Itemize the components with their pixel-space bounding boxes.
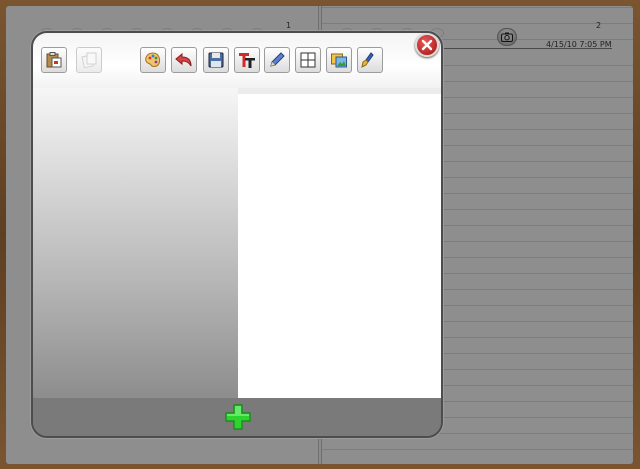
image-icon (331, 53, 347, 68)
camera-icon (501, 32, 513, 42)
camera-button[interactable] (497, 28, 517, 46)
paste-button[interactable] (41, 47, 67, 73)
palette-button[interactable] (140, 47, 166, 73)
right-page-number: 2 (596, 21, 602, 30)
copy-button[interactable] (76, 47, 102, 73)
pencil-icon (270, 52, 285, 67)
drawing-canvas[interactable] (238, 94, 441, 398)
left-page-number: 1 (286, 21, 292, 30)
brush-icon (361, 52, 374, 68)
canvas-container (238, 88, 441, 398)
brush-button[interactable] (357, 47, 383, 73)
undo-icon (175, 52, 192, 67)
grid-button[interactable] (295, 47, 321, 73)
drawing-toolbar (33, 33, 441, 88)
add-page-icon (225, 404, 251, 430)
paste-icon (46, 52, 62, 68)
undo-button[interactable] (171, 47, 197, 73)
save-icon (208, 52, 224, 68)
text-button[interactable] (234, 47, 260, 73)
save-button[interactable] (203, 47, 229, 73)
insert-image-button[interactable] (326, 47, 352, 73)
text-icon (239, 53, 255, 68)
close-button[interactable] (415, 33, 439, 57)
pencil-button[interactable] (264, 47, 290, 73)
page-thumbnails-panel[interactable] (33, 88, 238, 398)
copy-icon (81, 52, 97, 69)
grid-icon (300, 52, 316, 68)
palette-icon (145, 52, 161, 67)
close-icon (421, 39, 433, 51)
add-page-button[interactable] (224, 403, 252, 431)
drawing-dialog (31, 31, 443, 438)
